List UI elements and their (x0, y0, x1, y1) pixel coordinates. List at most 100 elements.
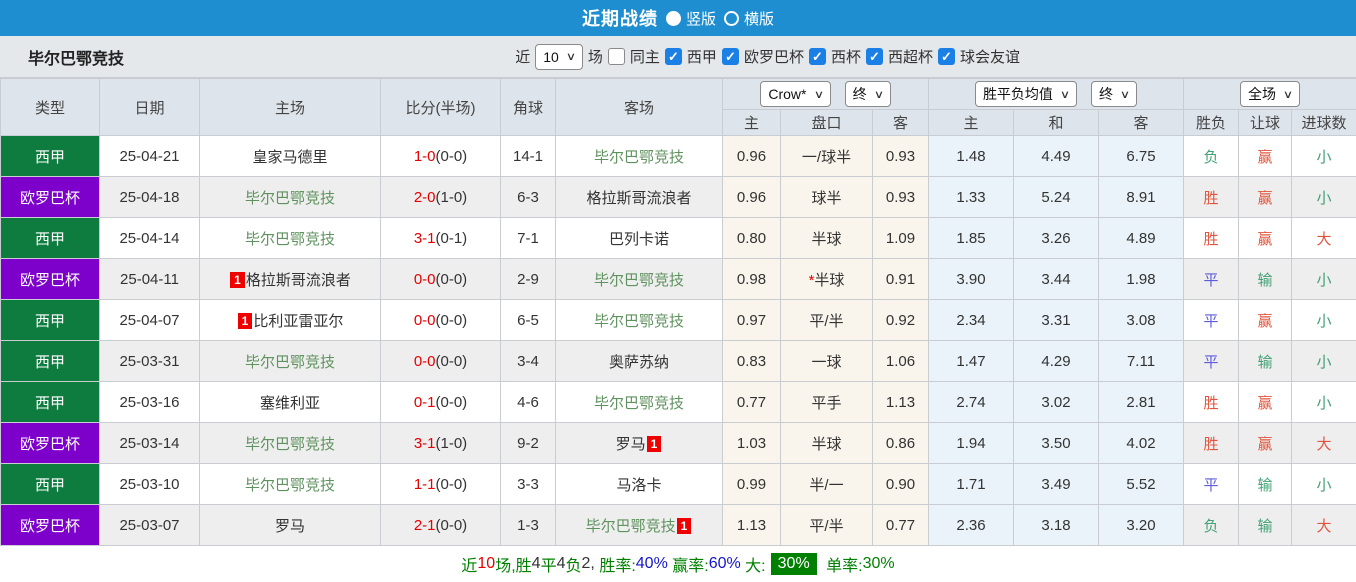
score-cell: 0-1(0-0) (380, 381, 501, 423)
odds-group-header: Crow* ∨ 终 ∨ (722, 78, 929, 110)
avg-win-cell: 2.36 (928, 504, 1014, 546)
table-row[interactable]: 西甲 25-03-31 毕尔巴鄂竞技 0-0(0-0) 3-4 奥萨苏纳 0.8… (0, 340, 1356, 382)
checkbox-supercup[interactable] (865, 48, 883, 65)
recent-label: 近 (515, 49, 531, 66)
away-team-cell: 罗马 1 (555, 422, 723, 464)
home-team-name[interactable]: 毕尔巴鄂竞技 (245, 436, 335, 453)
odds-home-cell: 0.96 (722, 135, 781, 177)
table-row[interactable]: 欧罗巴杯 25-04-18 毕尔巴鄂竞技 2-0(1-0) 6-3 格拉斯哥流浪… (0, 176, 1356, 218)
page-title: 近期战绩 (581, 9, 658, 29)
league-cell: 欧罗巴杯 (0, 258, 100, 300)
away-team-name[interactable]: 毕尔巴鄂竞技 (586, 518, 676, 535)
away-team-cell: 毕尔巴鄂竞技 (555, 135, 723, 177)
checkbox-europa[interactable] (721, 48, 739, 65)
avg-lose-cell: 4.89 (1098, 217, 1184, 259)
away-team-name[interactable]: 毕尔巴鄂竞技 (594, 395, 684, 412)
fulltime-group-header: 全场 ∨ (1182, 78, 1356, 110)
radio-vertical-label: 竖版 (685, 10, 716, 28)
date-cell: 25-04-14 (99, 217, 200, 259)
handicap-cell: 平/半 (780, 504, 873, 546)
odds-away-cell: 0.91 (872, 258, 929, 300)
avg-lose-cell: 2.81 (1098, 381, 1184, 423)
away-team-name[interactable]: 马洛卡 (616, 477, 661, 494)
summary-segment: 2 (581, 555, 591, 572)
away-team-name[interactable]: 毕尔巴鄂竞技 (594, 149, 684, 166)
home-team-name[interactable]: 比利亚雷亚尔 (253, 313, 343, 330)
checkbox-same-home-label: 同主 (629, 49, 660, 66)
odds-away-cell: 0.93 (872, 176, 929, 218)
avg-type-select[interactable]: 胜平负均值 ∨ (974, 81, 1077, 107)
match-history-table: 类型 日期 主场 比分(半场) 角球 客场 Crow* ∨ 终 ∨ 胜平负均值 … (0, 78, 1356, 546)
away-team-name[interactable]: 奥萨苏纳 (609, 354, 669, 371)
away-team-name[interactable]: 毕尔巴鄂竞技 (594, 313, 684, 330)
corner-cell: 1-3 (500, 504, 556, 546)
table-row[interactable]: 西甲 25-04-14 毕尔巴鄂竞技 3-1(0-1) 7-1 巴列卡诺 0.8… (0, 217, 1356, 259)
table-row[interactable]: 欧罗巴杯 25-04-11 1 格拉斯哥流浪者 0-0(0-0) 2-9 毕尔巴鄂… (0, 258, 1356, 300)
table-row[interactable]: 西甲 25-03-10 毕尔巴鄂竞技 1-1(0-0) 3-3 马洛卡 0.99… (0, 463, 1356, 505)
goals-result-cell: 大 (1290, 422, 1356, 464)
away-team-cell: 毕尔巴鄂竞技 (555, 299, 723, 341)
away-team-name[interactable]: 毕尔巴鄂竞技 (594, 272, 684, 289)
home-team-name[interactable]: 格拉斯哥流浪者 (246, 272, 351, 289)
avg-draw-cell: 3.18 (1013, 504, 1099, 546)
table-row[interactable]: 欧罗巴杯 25-03-14 毕尔巴鄂竞技 3-1(1-0) 9-2 罗马 1 1.… (0, 422, 1356, 464)
checkbox-same-home[interactable] (607, 48, 625, 65)
odds-away-cell: 0.86 (872, 422, 929, 464)
table-row[interactable]: 欧罗巴杯 25-03-07 罗马 2-1(0-0) 1-3 毕尔巴鄂竞技 1 1.… (0, 504, 1356, 546)
home-team-name[interactable]: 罗马 (275, 518, 305, 535)
red-card-badge: 1 (676, 517, 692, 534)
away-team-name[interactable]: 格拉斯哥流浪者 (586, 190, 691, 207)
home-team-name[interactable]: 毕尔巴鄂竞技 (245, 231, 335, 248)
checkbox-laliga[interactable] (664, 48, 682, 65)
home-team-name[interactable]: 塞维利亚 (260, 395, 320, 412)
radio-selected-icon[interactable] (665, 10, 681, 26)
avg-draw-cell: 3.50 (1013, 422, 1099, 464)
score-cell: 0-0(0-0) (380, 340, 501, 382)
home-team-name[interactable]: 毕尔巴鄂竞技 (245, 190, 335, 207)
radio-unselected-icon[interactable] (724, 10, 739, 26)
avg-win-cell: 1.48 (928, 135, 1014, 177)
summary-segment: 10 (477, 555, 496, 572)
chevron-down-icon: ∨ (1059, 88, 1071, 101)
handicap-cell: 一球 (780, 340, 873, 382)
result-cell: 胜 (1183, 176, 1239, 218)
home-team-cell: 毕尔巴鄂竞技 (199, 422, 381, 464)
home-team-name[interactable]: 毕尔巴鄂竞技 (245, 354, 335, 371)
letball-result-cell: 输 (1238, 504, 1292, 546)
checkbox-laliga-label: 西甲 (686, 49, 717, 66)
away-team-name[interactable]: 罗马 (616, 436, 646, 453)
home-team-name[interactable]: 毕尔巴鄂竞技 (245, 477, 335, 494)
checkbox-supercup-label: 西超杯 (887, 49, 933, 66)
home-team-cell: 毕尔巴鄂竞技 (199, 176, 381, 218)
home-team-name[interactable]: 皇家马德里 (252, 149, 327, 166)
recent-count-select[interactable]: 10 ∨ (535, 43, 583, 70)
subheader-odds-home: 主 (722, 109, 781, 136)
table-row[interactable]: 西甲 25-04-07 1 比利亚雷亚尔 0-0(0-0) 6-5 毕尔巴鄂竞技 … (0, 299, 1356, 341)
goals-result-cell: 大 (1290, 217, 1356, 259)
layout-option-horizontal[interactable]: 横版 (724, 8, 774, 29)
avg-win-cell: 1.71 (928, 463, 1014, 505)
summary-segment: 30% (770, 553, 817, 575)
avg-final-select[interactable]: 终 ∨ (1091, 81, 1138, 107)
odds-final-select[interactable]: 终 ∨ (844, 81, 891, 107)
league-cell: 西甲 (0, 340, 100, 382)
bookmaker-select[interactable]: Crow* ∨ (760, 81, 831, 107)
away-team-name[interactable]: 巴列卡诺 (609, 231, 669, 248)
checkbox-friendly[interactable] (937, 48, 955, 65)
layout-option-vertical[interactable]: 竖版 (665, 8, 716, 29)
checkbox-copa[interactable] (808, 48, 826, 65)
checkbox-europa-label: 欧罗巴杯 (743, 49, 804, 66)
fulltime-select[interactable]: 全场 ∨ (1239, 81, 1301, 107)
avg-win-cell: 1.94 (928, 422, 1014, 464)
goals-result-cell: 小 (1290, 340, 1356, 382)
league-cell: 西甲 (0, 381, 100, 423)
handicap-cell: 球半 (780, 176, 873, 218)
subheader-avg-draw: 和 (1013, 109, 1099, 136)
letball-result-cell: 赢 (1238, 176, 1292, 218)
table-row[interactable]: 西甲 25-03-16 塞维利亚 0-1(0-0) 4-6 毕尔巴鄂竞技 0.7… (0, 381, 1356, 423)
avg-win-cell: 1.47 (928, 340, 1014, 382)
away-team-cell: 马洛卡 (555, 463, 723, 505)
home-team-cell: 1 比利亚雷亚尔 (199, 299, 381, 341)
table-row[interactable]: 西甲 25-04-21 皇家马德里 1-0(0-0) 14-1 毕尔巴鄂竞技 0… (0, 135, 1356, 177)
handicap-cell: 半球 (780, 422, 873, 464)
